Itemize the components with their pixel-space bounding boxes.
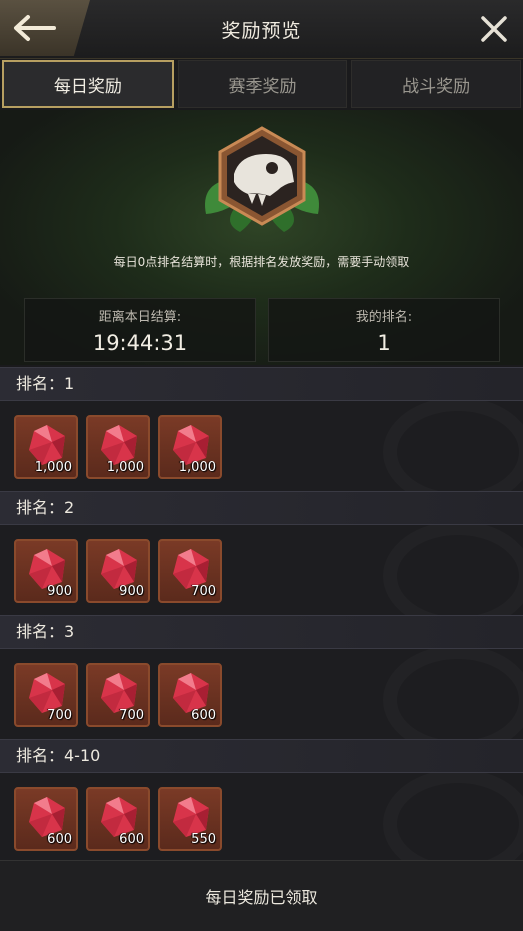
rank-header: 排名：2 [0, 491, 523, 525]
rank-reward-row: 700 700 600 [0, 649, 523, 739]
my-rank-box: 我的排名: 1 [268, 298, 500, 362]
red-gem-reward[interactable]: 1,000 [158, 415, 222, 479]
red-gem-reward[interactable]: 900 [86, 539, 150, 603]
rules-description: 每日0点排名结算时，根据排名发放奖励，需要手动领取 [113, 255, 410, 269]
reward-quantity: 700 [119, 708, 144, 723]
reward-quantity: 700 [191, 584, 216, 599]
red-gem-reward[interactable]: 600 [158, 663, 222, 727]
reward-quantity: 550 [191, 832, 216, 847]
red-gem-reward[interactable]: 700 [86, 663, 150, 727]
rank-reward-row: 1,000 1,000 1,000 [0, 401, 523, 491]
reward-quantity: 900 [47, 584, 72, 599]
header-bar: 奖励预览 [0, 0, 523, 59]
reward-quantity: 1,000 [106, 460, 144, 475]
red-gem-reward[interactable]: 700 [14, 663, 78, 727]
reward-quantity: 1,000 [34, 460, 72, 475]
watermark-emblem [383, 525, 523, 615]
rank-header: 排名：3 [0, 615, 523, 649]
reward-quantity: 600 [119, 832, 144, 847]
red-gem-reward[interactable]: 600 [86, 787, 150, 851]
page-title: 奖励预览 [221, 20, 302, 42]
watermark-emblem [383, 773, 523, 863]
watermark-emblem [383, 401, 523, 491]
hero-panel: 每日0点排名结算时，根据排名发放奖励，需要手动领取 距离本日结算: 19:44:… [0, 110, 523, 365]
red-gem-reward[interactable]: 1,000 [14, 415, 78, 479]
rank-reward-list[interactable]: 排名：1 1,000 1,000 1,000 排名：2 900 900 700 … [0, 367, 523, 863]
red-gem-reward[interactable]: 1,000 [86, 415, 150, 479]
my-rank-label: 我的排名: [355, 310, 413, 325]
claim-status-bar[interactable]: 每日奖励已领取 [0, 860, 523, 931]
reward-quantity: 900 [119, 584, 144, 599]
dinosaur-skull-emblem-icon [205, 126, 319, 232]
reward-quantity: 1,000 [178, 460, 216, 475]
tab-daily-rewards[interactable]: 每日奖励 [2, 60, 174, 108]
tab-bar: 每日奖励 赛季奖励 战斗奖励 [0, 60, 523, 108]
rank-header: 排名：1 [0, 367, 523, 401]
reward-quantity: 700 [47, 708, 72, 723]
red-gem-reward[interactable]: 550 [158, 787, 222, 851]
countdown-box: 距离本日结算: 19:44:31 [24, 298, 256, 362]
watermark-emblem [383, 649, 523, 739]
rank-reward-row: 600 600 550 [0, 773, 523, 863]
red-gem-reward[interactable]: 900 [14, 539, 78, 603]
tab-battle-rewards[interactable]: 战斗奖励 [351, 60, 522, 108]
red-gem-reward[interactable]: 700 [158, 539, 222, 603]
tab-season-rewards[interactable]: 赛季奖励 [177, 60, 348, 108]
countdown-value: 19:44:31 [92, 331, 188, 355]
countdown-label: 距离本日结算: [98, 310, 182, 325]
rank-header: 排名：4-10 [0, 739, 523, 773]
reward-quantity: 600 [191, 708, 216, 723]
close-button[interactable] [479, 14, 509, 44]
rank-reward-row: 900 900 700 [0, 525, 523, 615]
claim-status-text: 每日奖励已领取 [205, 888, 318, 907]
red-gem-reward[interactable]: 600 [14, 787, 78, 851]
reward-quantity: 600 [47, 832, 72, 847]
my-rank-value: 1 [377, 331, 391, 355]
close-icon [481, 16, 507, 42]
